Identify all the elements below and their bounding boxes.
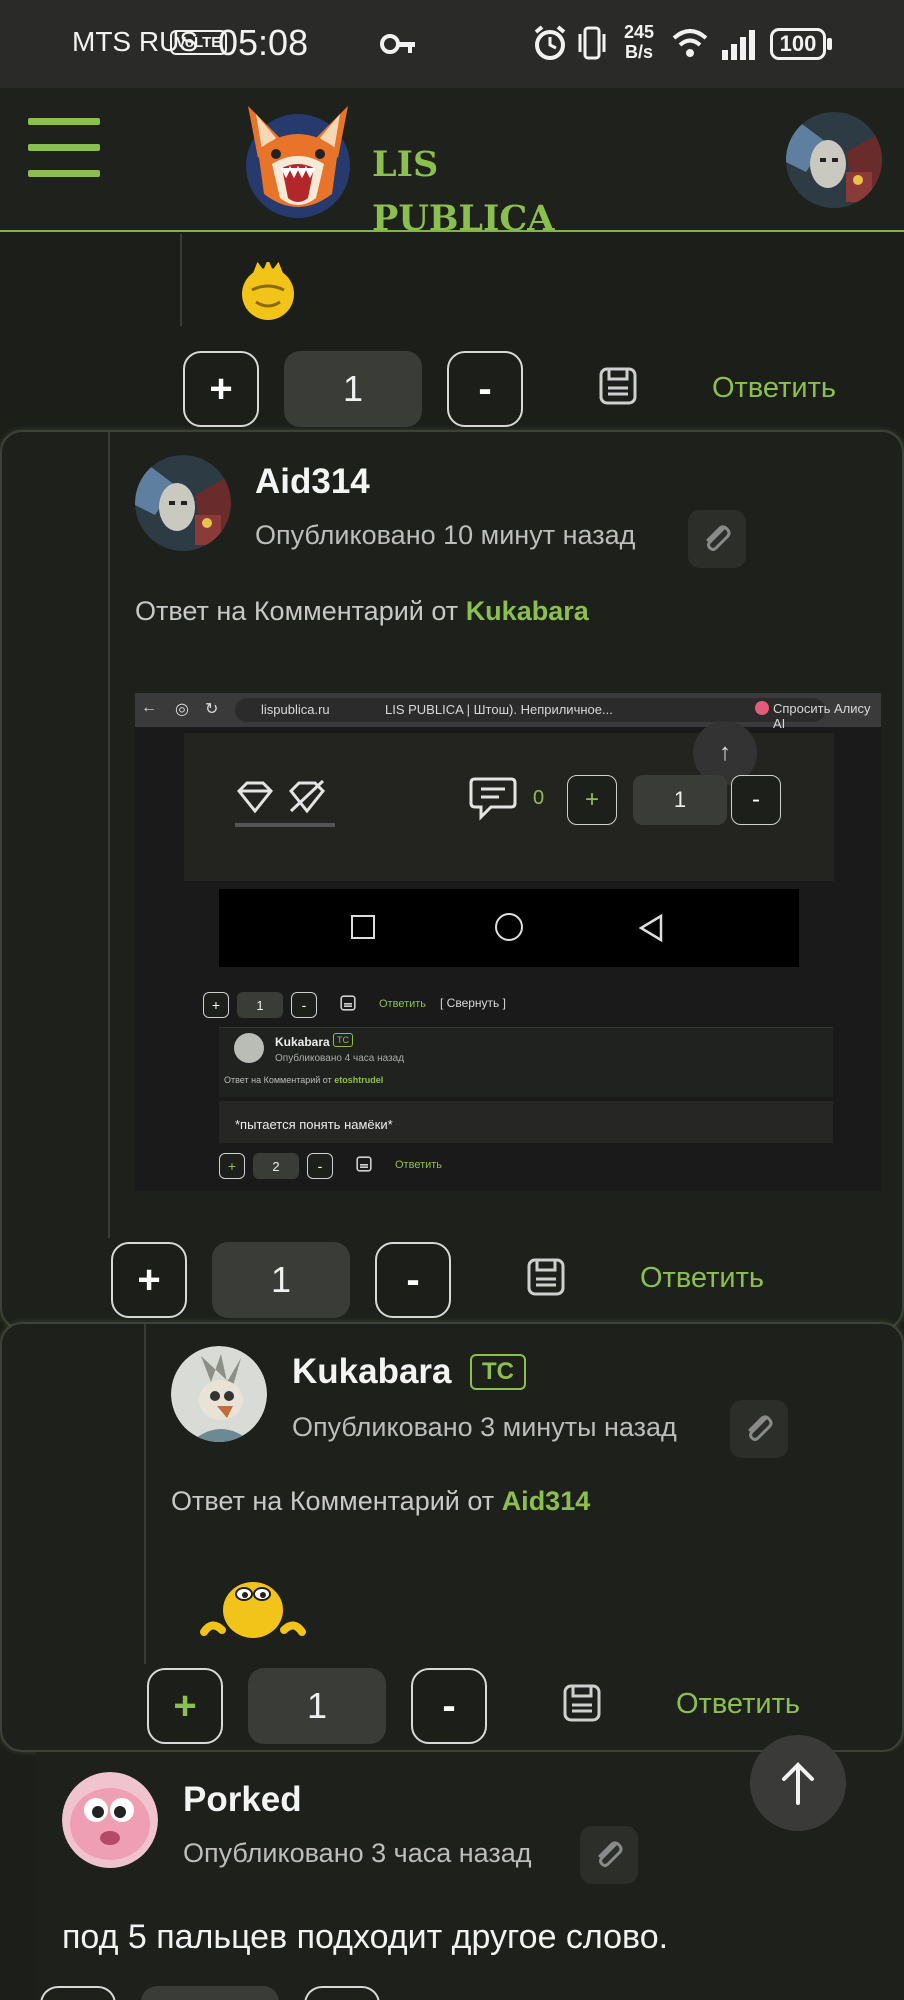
paperclip-icon — [598, 1841, 623, 1867]
mini-save-icon — [340, 995, 356, 1011]
downvote-button[interactable]: - — [411, 1668, 487, 1744]
paperclip-icon — [748, 1415, 773, 1441]
upvote-button[interactable]: + — [183, 351, 259, 427]
vote-counter: 1 — [284, 351, 422, 427]
save-icon[interactable] — [598, 366, 638, 406]
upvote-button[interactable]: + — [147, 1668, 223, 1744]
comments-icon — [469, 777, 517, 821]
recents-icon — [351, 915, 375, 939]
inner-minus-button: - — [731, 775, 781, 825]
permalink-button[interactable] — [730, 1400, 788, 1458]
key-icon — [380, 34, 415, 54]
vote-counter — [141, 1986, 279, 2000]
clock: 05:08 — [218, 22, 309, 63]
user-avatar[interactable] — [786, 112, 882, 208]
avatar[interactable] — [135, 455, 231, 551]
avatar[interactable] — [171, 1346, 267, 1442]
battery-tip — [827, 38, 832, 50]
thread-line — [108, 432, 110, 1238]
inner-plus-button: + — [567, 775, 617, 825]
reply-link[interactable]: Ответить — [640, 1262, 764, 1295]
assistant-label: Спросить Алису AI — [773, 701, 871, 731]
mini-minus-button: - — [291, 992, 317, 1018]
mini-reply-link: Ответить — [379, 998, 427, 1010]
inner-comment-text: *пытается понять намёки* — [235, 1117, 393, 1132]
address-bar: lispublica.ru LIS PUBLICA | Штош). Непри… — [235, 698, 825, 722]
vote-counter: 1 — [212, 1242, 350, 1318]
mini-reply-link-2: Ответить — [395, 1159, 443, 1171]
comments-count: 0 — [533, 787, 545, 809]
mini-counter: 1 — [237, 992, 283, 1018]
back-arrow-icon: ← — [141, 699, 157, 716]
network-speed: 245 B/s — [624, 22, 655, 62]
alarm-icon — [534, 25, 566, 60]
android-nav-bar — [219, 889, 799, 967]
menu-button[interactable] — [28, 118, 100, 184]
inner-avatar — [234, 1033, 264, 1063]
brand-name[interactable]: LIS PUBLICA — [372, 138, 554, 246]
scroll-to-top-button[interactable] — [750, 1735, 846, 1831]
inner-timestamp: Опубликовано 4 часа назад — [275, 1053, 405, 1064]
downvote-button[interactable] — [304, 1986, 380, 2000]
browser-bar: ← ◎ ↻ lispublica.ru LIS PUBLICA | Штош).… — [135, 693, 881, 731]
mini-minus-button-2: - — [307, 1153, 333, 1179]
comment-text: под 5 пальцев подходит другое слово. — [62, 1918, 669, 1956]
mini-plus-button: + — [203, 992, 229, 1018]
attached-screenshot[interactable]: ← ◎ ↻ lispublica.ru LIS PUBLICA | Штош).… — [135, 693, 881, 1191]
reply-link[interactable]: Ответить — [676, 1688, 800, 1721]
reply-reference: Ответ на Комментарий от Kukabara — [135, 596, 589, 626]
comment-timestamp: Опубликовано 3 часа назад — [183, 1838, 532, 1868]
back-icon — [638, 913, 663, 943]
diamond-off-icon — [288, 779, 326, 814]
paperclip-icon — [706, 525, 731, 551]
thread-line — [180, 234, 182, 326]
diamond-icon — [236, 781, 274, 814]
inner-reply-reference: Ответ на Комментарий от etoshtrudel — [224, 1075, 384, 1085]
avatar[interactable] — [62, 1772, 158, 1868]
status-bar: MTS RUS VoLTE 05:08 245 B/s 100 — [0, 0, 904, 88]
mini-collapse-link: [ Свернуть ] — [440, 996, 506, 1010]
mini-save-icon-2 — [356, 1156, 372, 1172]
wifi-icon — [672, 29, 708, 57]
comment-author[interactable]: Kukabara — [292, 1352, 452, 1392]
shield-icon: ◎ — [175, 701, 189, 718]
comment-timestamp: Опубликовано 10 минут назад — [255, 520, 636, 550]
signal-icon — [722, 30, 755, 60]
save-icon[interactable] — [562, 1683, 602, 1723]
mini-plus-button-2: + — [219, 1153, 245, 1179]
home-icon — [495, 913, 523, 941]
inner-author: Kukabara — [275, 1035, 330, 1049]
permalink-button[interactable] — [580, 1826, 638, 1884]
reply-link[interactable]: Ответить — [712, 372, 836, 405]
smiley-emoji-icon — [242, 262, 294, 320]
vibrate-icon — [578, 26, 606, 60]
arrow-up-icon — [782, 1762, 814, 1805]
reply-to-user-link[interactable]: Aid314 — [502, 1486, 591, 1516]
reply-to-user-link[interactable]: Kukabara — [466, 596, 589, 626]
comment-timestamp: Опубликовано 3 минуты назад — [292, 1412, 677, 1442]
inner-counter: 1 — [633, 775, 727, 825]
divider — [235, 823, 335, 827]
alice-icon — [755, 701, 769, 715]
permalink-button[interactable] — [688, 510, 746, 568]
vote-counter: 1 — [248, 1668, 386, 1744]
site-header: LIS PUBLICA — [0, 88, 904, 239]
comment-author[interactable]: Porked — [183, 1780, 302, 1820]
downvote-button[interactable]: - — [447, 351, 523, 427]
battery-indicator: 100 — [770, 28, 826, 60]
upvote-button[interactable]: + — [111, 1242, 187, 1318]
fox-logo-icon[interactable] — [228, 98, 368, 220]
topic-starter-badge: ТС — [470, 1354, 526, 1390]
inner-badge: ТС — [333, 1033, 353, 1047]
upvote-button[interactable] — [40, 1986, 116, 2000]
save-icon[interactable] — [526, 1257, 566, 1297]
reload-icon: ↻ — [205, 701, 219, 718]
mini-counter-2: 2 — [253, 1153, 299, 1179]
reply-reference: Ответ на Комментарий от Aid314 — [171, 1486, 591, 1516]
comment-author[interactable]: Aid314 — [255, 462, 370, 502]
thread-line — [144, 1324, 146, 1664]
peeking-smiley-emoji-icon — [200, 1582, 306, 1638]
downvote-button[interactable]: - — [375, 1242, 451, 1318]
